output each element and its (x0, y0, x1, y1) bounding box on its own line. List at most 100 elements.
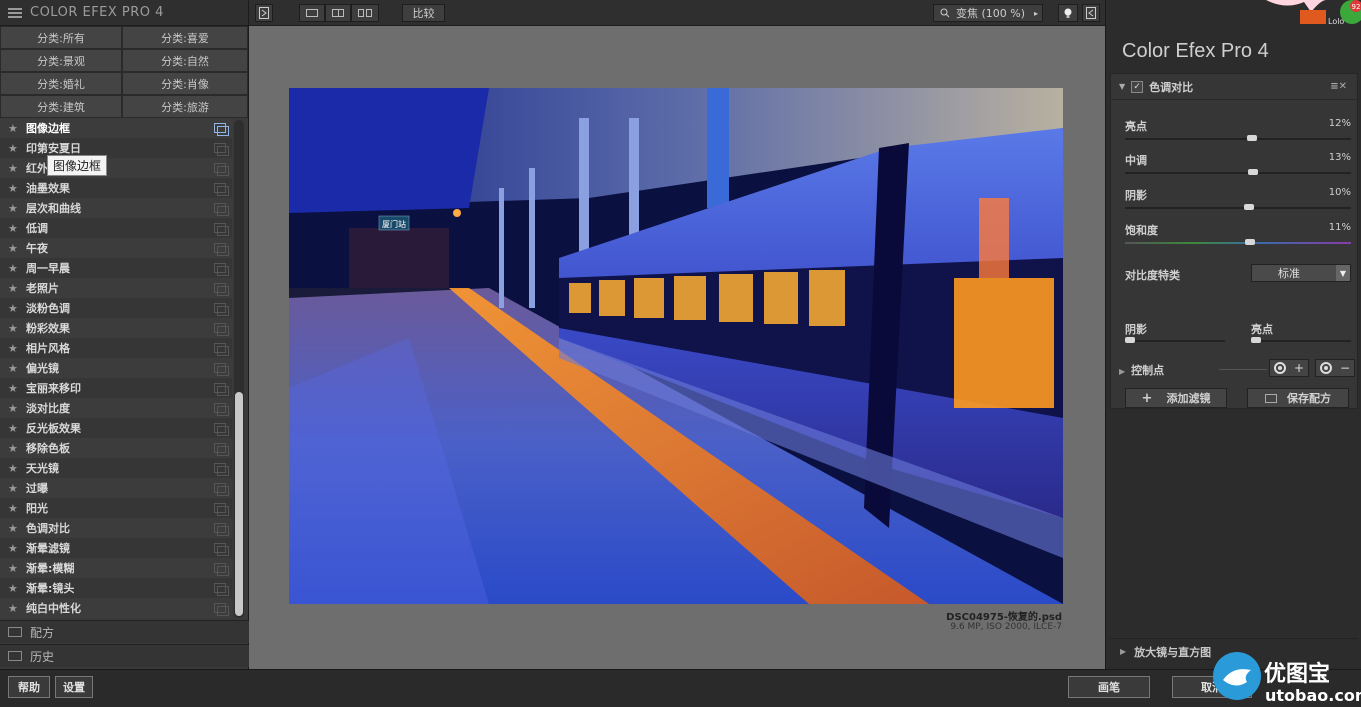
favorite-star-icon[interactable]: ★ (8, 422, 26, 435)
highlight-protect-slider[interactable]: 亮点 (1251, 321, 1351, 351)
favorite-star-icon[interactable]: ★ (8, 562, 26, 575)
category-favorites[interactable]: 分类:喜爱 (122, 26, 248, 49)
filter-item[interactable]: ★ 粉彩效果 (0, 318, 232, 338)
copy-filter-icon[interactable] (214, 343, 229, 356)
copy-filter-icon[interactable] (214, 223, 229, 236)
category-portrait[interactable]: 分类:肖像 (122, 72, 248, 95)
favorite-star-icon[interactable]: ★ (8, 462, 26, 475)
copy-filter-icon[interactable] (214, 163, 229, 176)
category-all[interactable]: 分类:所有 (0, 26, 122, 49)
favorite-star-icon[interactable]: ★ (8, 442, 26, 455)
favorite-star-icon[interactable]: ★ (8, 322, 26, 335)
copy-filter-icon[interactable] (214, 263, 229, 276)
copy-filter-icon[interactable] (214, 203, 229, 216)
filter-item[interactable]: ★ 淡粉色调 (0, 298, 232, 318)
filter-item[interactable]: ★ 色调对比 (0, 518, 232, 538)
category-architecture[interactable]: 分类:建筑 (0, 95, 122, 118)
favorite-star-icon[interactable]: ★ (8, 142, 26, 155)
slider-thumb[interactable] (1245, 239, 1256, 245)
slider-1[interactable]: 中调 13% (1125, 152, 1351, 186)
favorite-star-icon[interactable]: ★ (8, 402, 26, 415)
filter-item[interactable]: ★ 午夜 (0, 238, 232, 258)
favorite-star-icon[interactable]: ★ (8, 182, 26, 195)
filter-item[interactable]: ★ 老照片 (0, 278, 232, 298)
split-view-button[interactable] (325, 4, 351, 22)
history-section[interactable]: 历史 (0, 644, 249, 667)
copy-filter-icon[interactable] (214, 143, 229, 156)
filter-item[interactable]: ★ 过曝 (0, 478, 232, 498)
copy-filter-icon[interactable] (214, 503, 229, 516)
slider-2[interactable]: 阴影 10% (1125, 187, 1351, 221)
lightbulb-button[interactable] (1058, 4, 1078, 22)
settings-button[interactable]: 设置 (55, 676, 93, 698)
remove-control-point-button[interactable]: − (1315, 359, 1355, 377)
favorite-star-icon[interactable]: ★ (8, 502, 26, 515)
favorite-star-icon[interactable]: ★ (8, 362, 26, 375)
filter-item[interactable]: ★ 印第安夏日 (0, 138, 232, 158)
favorite-star-icon[interactable]: ★ (8, 242, 26, 255)
scrollbar-thumb[interactable] (235, 392, 243, 616)
slider-thumb[interactable] (1247, 169, 1258, 175)
filter-header[interactable]: ▼ ✓ 色调对比 ≡✕ (1111, 74, 1357, 100)
side-by-side-button[interactable] (351, 4, 379, 22)
category-travel[interactable]: 分类:旅游 (122, 95, 248, 118)
copy-filter-icon[interactable] (214, 323, 229, 336)
copy-filter-icon[interactable] (214, 403, 229, 416)
copy-filter-icon[interactable] (214, 603, 229, 616)
copy-filter-icon[interactable] (214, 303, 229, 316)
filter-item[interactable]: ★ 渐晕:模糊 (0, 558, 232, 578)
favorite-star-icon[interactable]: ★ (8, 162, 26, 175)
slider-thumb[interactable] (1246, 135, 1257, 141)
filter-item[interactable]: ★ 渐晕:镜头 (0, 578, 232, 598)
copy-filter-icon[interactable] (214, 243, 229, 256)
category-nature[interactable]: 分类:自然 (122, 49, 248, 72)
contrast-method-select[interactable]: 标准 ▼ (1251, 264, 1351, 282)
filter-item[interactable]: ★ 红外 (0, 158, 232, 178)
toggle-left-panel-button[interactable] (255, 4, 273, 22)
favorite-star-icon[interactable]: ★ (8, 602, 26, 615)
filter-item[interactable]: ★ 图像边框 (0, 118, 232, 138)
favorite-star-icon[interactable]: ★ (8, 522, 26, 535)
filter-item[interactable]: ★ 淡对比度 (0, 398, 232, 418)
category-wedding[interactable]: 分类:婚礼 (0, 72, 122, 95)
slider-thumb[interactable] (1125, 337, 1135, 343)
copy-filter-icon[interactable] (214, 543, 229, 556)
favorite-star-icon[interactable]: ★ (8, 582, 26, 595)
copy-filter-icon[interactable] (214, 283, 229, 296)
filter-item[interactable]: ★ 周一早晨 (0, 258, 232, 278)
slider-3[interactable]: 饱和度 11% (1125, 222, 1351, 256)
add-filter-button[interactable]: + 添加滤镜 (1125, 388, 1227, 408)
favorite-star-icon[interactable]: ★ (8, 302, 26, 315)
slider-thumb[interactable] (1251, 337, 1261, 343)
filter-item[interactable]: ★ 渐晕滤镜 (0, 538, 232, 558)
add-control-point-button[interactable]: + (1269, 359, 1309, 377)
zoom-control[interactable]: 变焦 (100 %) ▸ (933, 4, 1043, 22)
filter-list-scrollbar[interactable] (234, 120, 244, 618)
copy-filter-icon[interactable] (214, 563, 229, 576)
favorite-star-icon[interactable]: ★ (8, 282, 26, 295)
filter-item[interactable]: ★ 移除色板 (0, 438, 232, 458)
filter-item[interactable]: ★ 低调 (0, 218, 232, 238)
single-view-button[interactable] (299, 4, 325, 22)
save-recipe-button[interactable]: 保存配方 (1247, 388, 1349, 408)
control-points-label[interactable]: ▶ 控制点 (1119, 362, 1164, 378)
filter-item[interactable]: ★ 阳光 (0, 498, 232, 518)
filter-item[interactable]: ★ 相片风格 (0, 338, 232, 358)
copy-filter-icon[interactable] (214, 523, 229, 536)
slider-thumb[interactable] (1244, 204, 1255, 210)
slider-0[interactable]: 亮点 12% (1125, 118, 1351, 152)
favorite-star-icon[interactable]: ★ (8, 262, 26, 275)
help-button[interactable]: 帮助 (8, 676, 50, 698)
recipes-section[interactable]: 配方 (0, 620, 249, 643)
favorite-star-icon[interactable]: ★ (8, 482, 26, 495)
collapse-icon[interactable]: ▼ (1119, 82, 1125, 91)
category-landscape[interactable]: 分类:景观 (0, 49, 122, 72)
copy-filter-icon[interactable] (214, 443, 229, 456)
filter-item[interactable]: ★ 宝丽来移印 (0, 378, 232, 398)
favorite-star-icon[interactable]: ★ (8, 222, 26, 235)
copy-filter-icon[interactable] (214, 183, 229, 196)
filter-item[interactable]: ★ 纯白中性化 (0, 598, 232, 618)
favorite-star-icon[interactable]: ★ (8, 122, 26, 135)
copy-filter-icon[interactable] (214, 483, 229, 496)
favorite-star-icon[interactable]: ★ (8, 342, 26, 355)
